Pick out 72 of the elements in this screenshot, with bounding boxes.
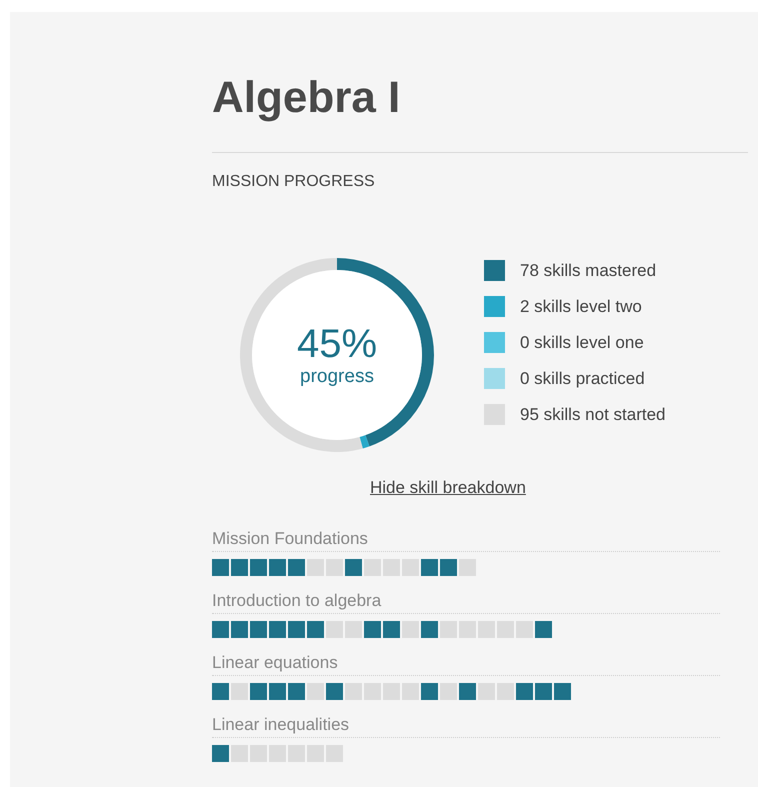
topic-name: Linear inequalities bbox=[212, 714, 350, 736]
skill-square[interactable] bbox=[326, 745, 343, 762]
topic-name: Linear equations bbox=[212, 652, 338, 674]
skill-square[interactable] bbox=[440, 559, 457, 576]
page-title: Algebra I bbox=[212, 74, 400, 122]
skill-square[interactable] bbox=[478, 683, 495, 700]
skill-square[interactable] bbox=[459, 683, 476, 700]
skill-square[interactable] bbox=[269, 683, 286, 700]
skill-square[interactable] bbox=[288, 559, 305, 576]
skill-square[interactable] bbox=[364, 621, 381, 638]
skill-square[interactable] bbox=[440, 683, 457, 700]
skill-square[interactable] bbox=[516, 621, 533, 638]
skill-square[interactable] bbox=[231, 621, 248, 638]
skill-square[interactable] bbox=[364, 683, 381, 700]
skill-square[interactable] bbox=[212, 559, 229, 576]
legend-label: 2 skills level two bbox=[520, 296, 642, 316]
skill-square[interactable] bbox=[345, 559, 362, 576]
legend-label: 95 skills not started bbox=[520, 404, 666, 424]
legend-label: 0 skills level one bbox=[520, 332, 644, 352]
skill-square[interactable] bbox=[402, 621, 419, 638]
skill-square[interactable] bbox=[250, 621, 267, 638]
skill-square[interactable] bbox=[421, 621, 438, 638]
skill-square[interactable] bbox=[402, 683, 419, 700]
skill-square[interactable] bbox=[497, 621, 514, 638]
skill-square[interactable] bbox=[554, 683, 571, 700]
skill-square[interactable] bbox=[364, 559, 381, 576]
skill-square[interactable] bbox=[516, 683, 533, 700]
skill-square[interactable] bbox=[212, 745, 229, 762]
skill-square[interactable] bbox=[478, 621, 495, 638]
skill-square[interactable] bbox=[345, 621, 362, 638]
skill-square[interactable] bbox=[288, 621, 305, 638]
skill-square[interactable] bbox=[421, 559, 438, 576]
skill-square[interactable] bbox=[212, 683, 229, 700]
skill-square[interactable] bbox=[250, 559, 267, 576]
skill-square[interactable] bbox=[250, 683, 267, 700]
skill-square[interactable] bbox=[440, 621, 457, 638]
skill-square[interactable] bbox=[421, 683, 438, 700]
skill-square[interactable] bbox=[497, 683, 514, 700]
skill-square[interactable] bbox=[307, 559, 324, 576]
section-heading: MISSION PROGRESS bbox=[212, 172, 375, 192]
skill-square[interactable] bbox=[269, 559, 286, 576]
skill-square[interactable] bbox=[326, 559, 343, 576]
skill-square[interactable] bbox=[383, 683, 400, 700]
skill-square[interactable] bbox=[459, 559, 476, 576]
legend-label: 78 skills mastered bbox=[520, 260, 656, 280]
skill-square[interactable] bbox=[288, 745, 305, 762]
skill-square[interactable] bbox=[535, 683, 552, 700]
skill-square[interactable] bbox=[269, 745, 286, 762]
skill-square[interactable] bbox=[535, 621, 552, 638]
skill-square[interactable] bbox=[288, 683, 305, 700]
skill-square[interactable] bbox=[250, 745, 267, 762]
legend-label: 0 skills practiced bbox=[520, 368, 645, 388]
skill-square[interactable] bbox=[402, 559, 419, 576]
skill-square[interactable] bbox=[383, 621, 400, 638]
skill-square[interactable] bbox=[326, 683, 343, 700]
hide-breakdown-link[interactable]: Hide skill breakdown bbox=[370, 478, 526, 498]
topic-name: Introduction to algebra bbox=[212, 590, 382, 612]
skill-square[interactable] bbox=[326, 621, 343, 638]
progress-caption: progress bbox=[300, 366, 374, 388]
skill-square[interactable] bbox=[307, 745, 324, 762]
skill-square[interactable] bbox=[212, 621, 229, 638]
skill-square[interactable] bbox=[383, 559, 400, 576]
skill-square[interactable] bbox=[231, 683, 248, 700]
skill-square[interactable] bbox=[231, 559, 248, 576]
skill-square[interactable] bbox=[269, 621, 286, 638]
skill-square[interactable] bbox=[307, 683, 324, 700]
skill-square[interactable] bbox=[307, 621, 324, 638]
skill-square[interactable] bbox=[231, 745, 248, 762]
topic-name: Mission Foundations bbox=[212, 528, 368, 550]
skill-square[interactable] bbox=[345, 683, 362, 700]
skill-square[interactable] bbox=[459, 621, 476, 638]
progress-percent: 45% bbox=[296, 322, 378, 366]
